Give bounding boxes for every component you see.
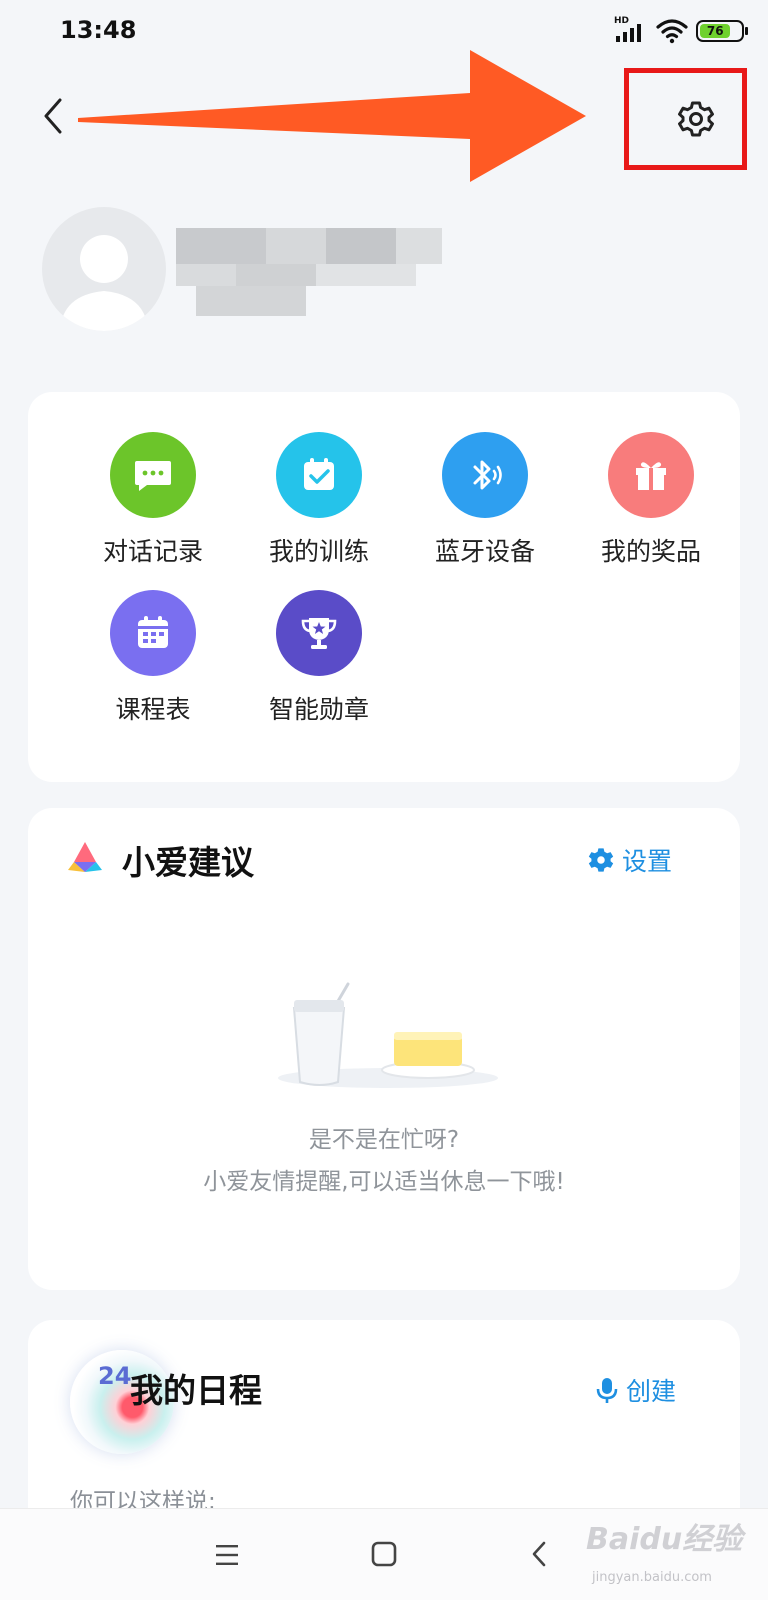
suggestions-title: 小爱建议 — [122, 843, 254, 882]
battery-level: 76 — [700, 24, 731, 38]
trophy-icon — [276, 590, 362, 676]
menu-item-bluetooth[interactable]: 蓝牙设备 — [410, 432, 560, 568]
menu-item-training[interactable]: 我的训练 — [244, 432, 394, 568]
microphone-icon — [596, 1378, 618, 1403]
system-back-button[interactable] — [520, 1537, 560, 1573]
status-time: 13:48 — [60, 16, 137, 44]
back-button[interactable] — [36, 96, 72, 136]
menu-item-medals[interactable]: 智能勋章 — [244, 590, 394, 726]
feature-menu-card: 对话记录 我的训练 蓝牙设备 我的奖品 课程表 智能勋章 — [28, 392, 740, 782]
calendar-check-icon — [276, 432, 362, 518]
annotation-arrow — [78, 50, 586, 182]
signal-icon: HD — [614, 16, 648, 44]
xiaoai-logo-icon — [68, 842, 102, 872]
gear-icon — [588, 848, 614, 872]
menu-item-label: 我的奖品 — [600, 537, 701, 566]
menu-item-timetable[interactable]: 课程表 — [78, 590, 228, 726]
battery-icon: 76 — [696, 20, 748, 42]
status-icons: HD 76 — [614, 16, 748, 46]
menu-item-chat-history[interactable]: 对话记录 — [78, 432, 228, 568]
avatar[interactable] — [42, 207, 166, 331]
back-triangle-icon — [532, 1541, 546, 1567]
empty-state-illustration — [278, 982, 498, 1088]
menu-item-label: 我的训练 — [268, 537, 369, 566]
create-schedule-button[interactable]: 创建 — [596, 1372, 676, 1408]
empty-state-subtitle: 小爱友情提醒,可以适当休息一下哦! — [203, 1169, 565, 1195]
menu-item-label: 课程表 — [115, 695, 191, 724]
suggestions-settings-label: 设置 — [622, 847, 673, 876]
menu-item-label: 蓝牙设备 — [434, 537, 535, 566]
chat-icon — [110, 432, 196, 518]
menu-item-label: 对话记录 — [102, 537, 203, 566]
suggestions-card: 小爱建议 设置 是不是在忙呀? 小爱友情提醒,可以适当休息一下哦! — [28, 808, 740, 1290]
timetable-icon — [110, 590, 196, 676]
gift-icon — [608, 432, 694, 518]
home-button[interactable] — [364, 1537, 404, 1573]
menu-icon — [216, 1545, 238, 1565]
wifi-icon — [656, 19, 688, 44]
recent-apps-button[interactable] — [208, 1537, 248, 1573]
watermark-url: jingyan.baidu.com — [592, 1570, 712, 1585]
menu-item-label: 智能勋章 — [268, 695, 369, 724]
watermark-text: Baidu经验 — [586, 1522, 743, 1557]
suggestions-settings-button[interactable]: 设置 — [588, 842, 672, 878]
settings-button[interactable] — [677, 100, 715, 138]
profile-name-obscured — [176, 228, 442, 320]
calendar-day: 24 — [98, 1362, 132, 1390]
schedule-title: 我的日程 — [130, 1371, 262, 1410]
default-avatar-icon — [60, 235, 148, 331]
home-square-icon — [371, 1541, 397, 1567]
gear-icon — [678, 101, 714, 137]
bluetooth-icon — [442, 432, 528, 518]
create-schedule-label: 创建 — [626, 1377, 677, 1406]
chevron-left-icon — [44, 98, 62, 134]
baidu-watermark: Baidu经验 jingyan.baidu.com — [586, 1514, 762, 1594]
menu-item-prizes[interactable]: 我的奖品 — [576, 432, 726, 568]
empty-state-title: 是不是在忙呀? — [308, 1127, 460, 1153]
